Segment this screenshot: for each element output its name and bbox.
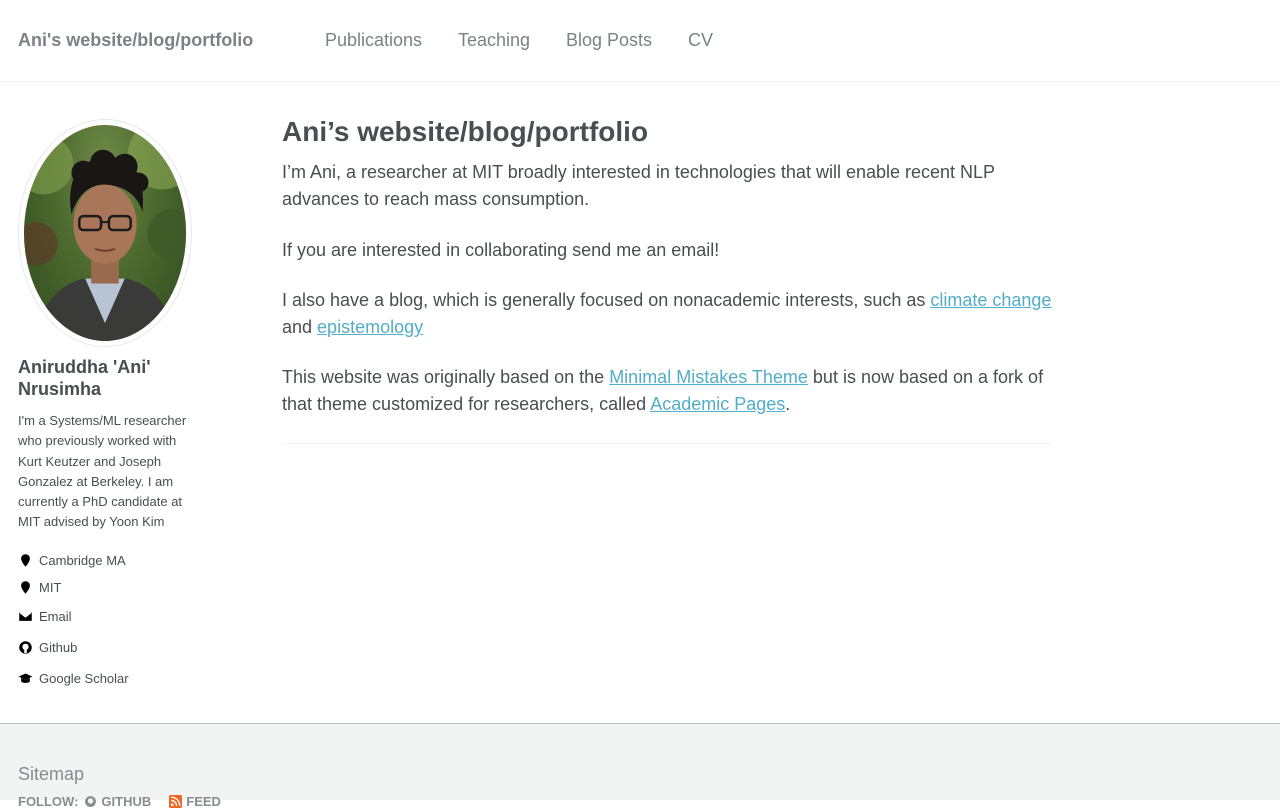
- footer: Sitemap Follow: GitHub Feed: [0, 723, 1280, 809]
- blog-text-before: I also have a blog, which is generally f…: [282, 290, 931, 310]
- nav-blog-posts[interactable]: Blog Posts: [566, 30, 652, 51]
- github-icon: [85, 796, 97, 807]
- rss-feed-icon: [169, 795, 183, 808]
- author-avatar: [18, 119, 192, 347]
- graduation-cap-icon: [18, 673, 33, 683]
- masthead: Ani's website/blog/portfolio Publication…: [0, 0, 1280, 82]
- follow-bar: Follow: GitHub Feed: [18, 794, 221, 809]
- climate-change-link[interactable]: climate change: [930, 290, 1051, 310]
- blog-paragraph: I also have a blog, which is generally f…: [282, 287, 1057, 341]
- author-email-link[interactable]: Email: [18, 609, 72, 624]
- footer-github-label: GitHub: [101, 794, 152, 809]
- nav-teaching[interactable]: Teaching: [458, 30, 530, 51]
- author-organization-label: MIT: [39, 580, 62, 595]
- footer-github-link[interactable]: GitHub: [84, 794, 151, 809]
- author-github-label: Github: [39, 640, 78, 655]
- envelope-icon: [19, 612, 32, 621]
- author-name: Aniruddha 'Ani' Nrusimha: [18, 357, 151, 399]
- sitemap-link[interactable]: Sitemap: [18, 764, 84, 785]
- author-github-link[interactable]: Github: [18, 640, 77, 655]
- academic-pages-link[interactable]: Academic Pages: [650, 394, 785, 414]
- theme-text-before: This website was originally based on the: [282, 367, 610, 387]
- author-location: Cambridge MA: [18, 553, 126, 568]
- location-pin-icon: [21, 554, 30, 567]
- author-organization: MIT: [18, 580, 61, 595]
- nav-cv[interactable]: CV: [688, 30, 713, 51]
- footer-feed-label: Feed: [186, 794, 221, 809]
- content-divider: [282, 443, 1052, 444]
- author-email-label: Email: [39, 609, 72, 624]
- author-location-label: Cambridge MA: [39, 553, 126, 568]
- location-pin-icon: [21, 581, 30, 594]
- nav-publications[interactable]: Publications: [325, 30, 422, 51]
- site-title-link[interactable]: Ani's website/blog/portfolio: [18, 30, 253, 51]
- minimal-mistakes-link[interactable]: Minimal Mistakes Theme: [609, 367, 808, 387]
- intro-paragraph: I’m Ani, a researcher at MIT broadly int…: [282, 162, 995, 209]
- collaborate-paragraph: If you are interested in collaborating s…: [282, 240, 720, 260]
- github-icon: [19, 641, 32, 654]
- epistemology-link[interactable]: epistemology: [317, 317, 423, 337]
- blog-text-mid: and: [282, 317, 318, 337]
- footer-feed-link[interactable]: Feed: [169, 794, 221, 809]
- theme-text-after: .: [785, 394, 791, 414]
- author-bio: I'm a Systems/ML researcher who previous…: [18, 413, 187, 530]
- page-title: Ani’s website/blog/portfolio: [282, 116, 649, 147]
- author-scholar-link[interactable]: Google Scholar: [18, 671, 129, 686]
- avatar-photo: [24, 125, 186, 341]
- author-scholar-label: Google Scholar: [39, 671, 129, 686]
- theme-paragraph: This website was originally based on the…: [282, 364, 1057, 418]
- follow-label: Follow:: [18, 794, 79, 809]
